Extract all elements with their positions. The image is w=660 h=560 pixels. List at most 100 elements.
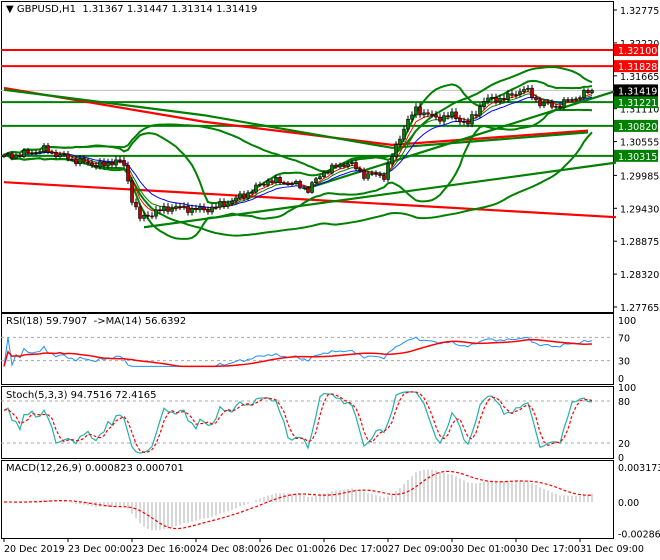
candle-body (258, 183, 262, 186)
candle-body (210, 206, 214, 213)
candle-body (306, 187, 310, 193)
candle-body (54, 152, 58, 157)
candle-body (114, 159, 118, 166)
candle-body (242, 193, 246, 199)
candle-body (278, 177, 282, 184)
candle-body (530, 87, 534, 98)
stoch-tick-label: 100 (618, 383, 636, 394)
candle-body (282, 182, 286, 185)
candle-body (46, 145, 50, 153)
candle-body (362, 170, 366, 179)
candle-body (138, 206, 142, 219)
candle-body (430, 113, 434, 116)
candle-body (94, 164, 98, 168)
candle-body (498, 98, 502, 103)
candle-body (330, 164, 334, 174)
candle-body (102, 161, 106, 167)
candle-body (190, 208, 194, 213)
candle-body (558, 106, 562, 108)
stoch-label: Stoch(5,3,3) 94.7516 72.4165 (6, 390, 157, 401)
stoch-tick-label: 20 (618, 439, 630, 450)
candle-body (526, 87, 530, 90)
candle-body (538, 99, 542, 107)
candle-body (78, 158, 82, 165)
time-tick-label: 30 Dec 17:00 (516, 544, 580, 555)
candle-body (590, 90, 594, 93)
candle-body (418, 106, 422, 116)
time-tick-label: 30 Dec 01:00 (452, 544, 516, 555)
candle-body (394, 144, 398, 157)
macd-label: MACD(12,26,9) 0.000823 0.000701 (6, 463, 184, 474)
candle-body (334, 164, 338, 168)
rsi-tick-label: 100 (618, 316, 636, 327)
candle-body (34, 152, 38, 154)
candle-body (554, 106, 558, 108)
candle-body (250, 191, 254, 194)
candle-body (126, 165, 130, 182)
candle-body (62, 153, 66, 156)
candle-body (2, 154, 6, 158)
candle-body (18, 154, 22, 157)
level-tag-0: 1.32100 (618, 46, 657, 57)
candle-body (294, 180, 298, 184)
candle-body (202, 206, 206, 211)
candle-body (350, 162, 354, 165)
candle-body (410, 114, 414, 120)
candle-body (318, 176, 322, 179)
candle-body (230, 200, 234, 204)
candle-body (270, 180, 274, 183)
candle-body (158, 209, 162, 212)
price-tick-label: 1.27765 (620, 303, 659, 314)
candle-body (146, 214, 150, 217)
candle-body (74, 158, 78, 165)
candle-body (486, 97, 490, 102)
candle-body (502, 98, 506, 100)
candle-body (322, 171, 326, 178)
chart-canvas[interactable]: 1.327751.322201.316651.311101.305551.299… (0, 0, 660, 560)
candle-body (434, 114, 438, 118)
candle-body (226, 203, 230, 207)
candle-body (490, 96, 494, 99)
candle-body (86, 161, 90, 164)
price-tick-label: 1.28320 (620, 270, 659, 281)
candle-body (182, 205, 186, 208)
candle-body (26, 149, 30, 153)
candle-body (346, 163, 350, 167)
price-tick-label: 1.28875 (620, 237, 659, 248)
candle-body (390, 156, 394, 165)
candle-body (514, 94, 518, 96)
candle-body (466, 121, 470, 125)
time-tick-label: 26 Dec 01:00 (260, 544, 324, 555)
level-tag-2: 1.31221 (618, 98, 657, 109)
time-tick-label: 24 Dec 08:00 (196, 544, 260, 555)
candle-body (206, 209, 210, 213)
candle-body (546, 101, 550, 104)
macd-tick-label: 0.00 (618, 498, 639, 509)
dropdown-triangle-icon[interactable]: ▼ (6, 4, 17, 15)
candle-body (170, 207, 174, 212)
time-tick-label: 27 Dec 09:00 (388, 544, 452, 555)
candle-body (142, 214, 146, 219)
candle-body (174, 206, 178, 209)
time-tick-label: 26 Dec 17:00 (324, 544, 388, 555)
candle-body (70, 158, 74, 161)
candle-body (474, 114, 478, 116)
candle-body (414, 106, 418, 116)
candle-body (106, 162, 110, 167)
candle-body (366, 173, 370, 179)
candle-body (122, 160, 126, 166)
macd-tick-label: 0.003173 (618, 463, 660, 474)
candle-body (6, 153, 10, 156)
level-tag-4: 1.30315 (618, 152, 657, 163)
candle-body (38, 151, 42, 153)
time-tick-label: 23 Dec 16:00 (132, 544, 196, 555)
candle-body (342, 164, 346, 167)
level-tag-3: 1.30820 (618, 122, 657, 133)
candle-body (506, 93, 510, 100)
candle-body (374, 173, 378, 175)
ohlc-close: 1.31419 (215, 4, 258, 15)
rsi-tick-label: 30 (618, 357, 630, 368)
candle-body (442, 115, 446, 122)
price-tick-label: 1.30555 (620, 138, 659, 149)
candle-body (450, 111, 454, 117)
